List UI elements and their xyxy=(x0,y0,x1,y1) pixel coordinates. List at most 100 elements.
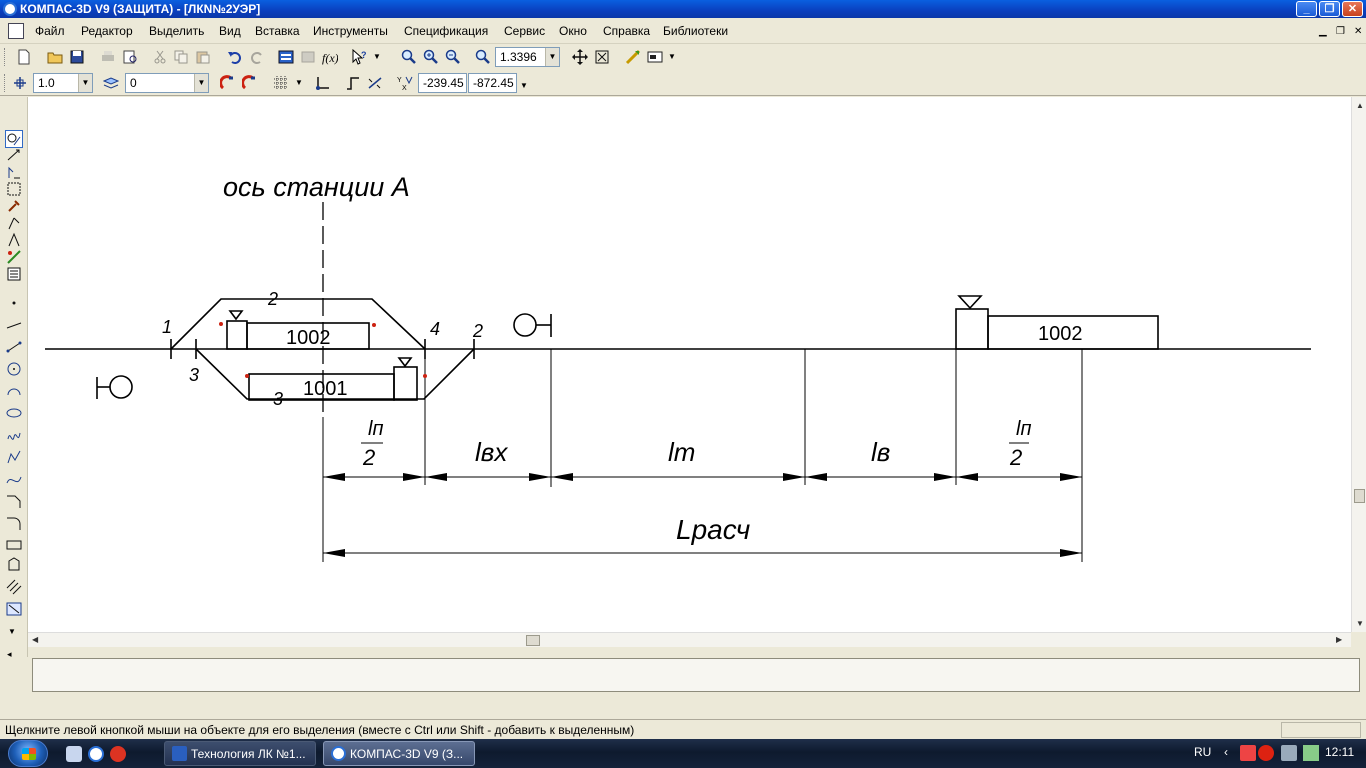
zoom-window-icon[interactable] xyxy=(401,49,417,65)
kompas-app-icon[interactable] xyxy=(3,2,17,16)
horizontal-scrollbar[interactable]: ◀ ▶ xyxy=(28,632,1351,647)
zoom-scale-icon[interactable] xyxy=(475,49,491,65)
vertical-scroll-thumb[interactable] xyxy=(1354,489,1365,503)
zoom-in-icon[interactable] xyxy=(423,49,439,65)
help-dropdown-icon[interactable]: ▼ xyxy=(373,52,381,61)
flash-icon[interactable] xyxy=(1258,745,1274,761)
menu-libraries[interactable]: Библиотеки xyxy=(663,24,728,38)
panel-arrow-icon[interactable]: ◂ xyxy=(7,649,12,660)
dimensions-icon[interactable] xyxy=(6,147,22,163)
document-icon[interactable] xyxy=(8,23,24,39)
segment-icon[interactable] xyxy=(6,339,22,355)
fit-icon[interactable] xyxy=(594,49,610,65)
chamfer-icon[interactable] xyxy=(6,493,22,509)
scroll-left-icon[interactable]: ◀ xyxy=(32,635,38,644)
round-icon[interactable] xyxy=(367,75,383,91)
battery-icon[interactable] xyxy=(1303,745,1319,761)
arc-icon[interactable] xyxy=(6,383,22,399)
coords-dropdown-icon[interactable]: ▼ xyxy=(520,81,528,90)
menu-window[interactable]: Окно xyxy=(559,24,587,38)
associative-views-icon[interactable] xyxy=(6,249,22,265)
preview-icon[interactable] xyxy=(122,49,138,65)
zoom-combobox[interactable]: 1.3396 ▼ xyxy=(495,47,560,67)
ortho-icon[interactable] xyxy=(345,75,361,91)
menu-view[interactable]: Вид xyxy=(219,24,241,38)
network-icon[interactable] xyxy=(1281,745,1297,761)
menu-service[interactable]: Сервис xyxy=(504,24,545,38)
bezier-icon[interactable] xyxy=(6,471,22,487)
drawing-canvas[interactable]: ось станции А 2 1 4 2 3 3 1002 1001 1002… xyxy=(28,97,1351,632)
menu-help[interactable]: Справка xyxy=(603,24,650,38)
coord-y-field[interactable]: -872.45 xyxy=(468,73,517,93)
help-pointer-icon[interactable]: ? xyxy=(351,49,367,65)
new-icon[interactable] xyxy=(16,49,32,65)
grid-dropdown-icon[interactable]: ▼ xyxy=(295,78,303,87)
coordinates-icon[interactable]: YX xyxy=(397,75,413,91)
regenerate-icon[interactable] xyxy=(625,49,641,65)
kompas-quicklaunch-icon[interactable] xyxy=(88,746,104,762)
task-kompas[interactable]: КОМПАС-3D V9 (З... xyxy=(323,741,475,766)
step-cursor-icon[interactable] xyxy=(12,75,28,91)
chevron-down-icon[interactable]: ▼ xyxy=(545,48,559,66)
manager-icon[interactable] xyxy=(278,49,294,65)
hatch-icon[interactable] xyxy=(6,579,22,595)
local-cs-icon[interactable] xyxy=(315,75,331,91)
show-desktop-icon[interactable] xyxy=(66,746,82,762)
mdi-minimize-icon[interactable]: ▁ xyxy=(1319,26,1327,37)
menu-select[interactable]: Выделить xyxy=(149,24,204,38)
symbols-icon[interactable] xyxy=(6,164,22,180)
start-button[interactable] xyxy=(8,740,48,767)
paste-icon[interactable] xyxy=(195,49,211,65)
fillet-icon[interactable] xyxy=(6,515,22,531)
pan-icon[interactable] xyxy=(572,49,588,65)
chevron-down-icon[interactable]: ▼ xyxy=(194,74,208,92)
menu-insert[interactable]: Вставка xyxy=(255,24,300,38)
language-indicator[interactable]: RU xyxy=(1194,745,1211,759)
undo-icon[interactable] xyxy=(227,49,243,65)
restore-button[interactable]: ❐ xyxy=(1319,1,1340,17)
macro-icon[interactable] xyxy=(6,601,22,617)
spline-icon[interactable] xyxy=(6,427,22,443)
spec-icon[interactable] xyxy=(6,266,22,282)
display-dropdown-icon[interactable]: ▼ xyxy=(668,52,676,61)
local-snap-icon[interactable] xyxy=(242,75,258,91)
mdi-close-icon[interactable]: ✕ xyxy=(1354,26,1362,37)
redo-icon[interactable] xyxy=(249,49,265,65)
open-icon[interactable] xyxy=(47,49,63,65)
layer-combobox[interactable]: 0 ▼ xyxy=(125,73,209,93)
geometry-icon[interactable] xyxy=(5,130,23,148)
chevron-down-icon[interactable]: ▼ xyxy=(78,74,92,92)
scroll-right-icon[interactable]: ▶ xyxy=(1336,635,1342,644)
scroll-down-icon[interactable]: ▼ xyxy=(1356,619,1364,628)
menu-specification[interactable]: Спецификация xyxy=(404,24,488,38)
zoom-out-icon[interactable] xyxy=(445,49,461,65)
tray-expand-icon[interactable]: ‹ xyxy=(1224,745,1228,759)
menu-tools[interactable]: Инструменты xyxy=(313,24,388,38)
task-word-document[interactable]: Технология ЛК №1... xyxy=(164,741,316,766)
cut-icon[interactable] xyxy=(152,49,168,65)
edit-icon[interactable] xyxy=(6,181,22,197)
rectangle-icon[interactable] xyxy=(6,537,22,553)
point-icon[interactable] xyxy=(6,295,22,311)
line-icon[interactable] xyxy=(6,317,22,333)
polygon-icon[interactable] xyxy=(6,557,22,573)
circle-icon[interactable] xyxy=(6,361,22,377)
save-icon[interactable] xyxy=(69,49,85,65)
vertical-scrollbar[interactable]: ▲ ▼ xyxy=(1351,97,1366,632)
copy-icon[interactable] xyxy=(173,49,189,65)
toolbar-grip[interactable] xyxy=(4,48,7,66)
menu-file[interactable]: Файл xyxy=(35,24,65,38)
opera-icon[interactable] xyxy=(110,746,126,762)
antivirus-icon[interactable] xyxy=(1240,745,1256,761)
coord-x-field[interactable]: -239.45 xyxy=(418,73,467,93)
grid-icon[interactable] xyxy=(273,75,289,91)
scroll-up-icon[interactable]: ▲ xyxy=(1356,101,1364,110)
mdi-restore-icon[interactable]: ❐ xyxy=(1336,26,1345,37)
toolbar-grip[interactable] xyxy=(4,74,7,92)
print-icon[interactable] xyxy=(100,49,116,65)
snap-icon[interactable] xyxy=(220,75,236,91)
display-mode-icon[interactable] xyxy=(647,49,663,65)
layers-icon[interactable] xyxy=(103,75,119,91)
close-button[interactable]: ✕ xyxy=(1342,1,1363,17)
more-tools-icon[interactable]: ▼ xyxy=(8,627,16,636)
